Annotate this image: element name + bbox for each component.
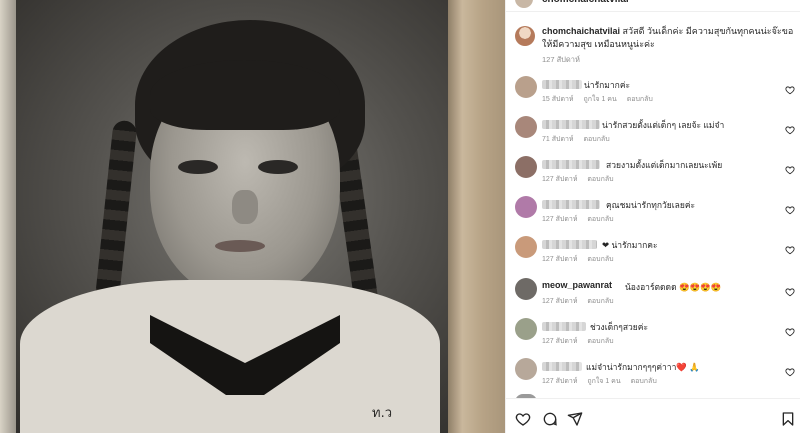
post-photo[interactable]: ท.ว (0, 0, 505, 433)
comment-time: 127 สัปดาห์ (542, 338, 578, 345)
heart-icon[interactable] (785, 324, 795, 337)
blurred-username[interactable] (542, 322, 586, 331)
caption-time: 127 สัปดาห์ (542, 55, 580, 64)
comment-likes[interactable]: ถูกใจ 1 คน (584, 96, 617, 103)
comment-avatar[interactable] (515, 156, 537, 178)
comment-item: แม่จ๋าน่ารักมากๆๆๆค่าาา❤️ 🙏 127 สัปดาห์ … (515, 358, 797, 394)
bookmark-icon[interactable] (780, 411, 796, 427)
comment-avatar[interactable] (515, 236, 537, 258)
blurred-username[interactable] (542, 120, 600, 129)
comment-item: สวยงามตั้งแต่เด็กมากเลยนะเพ้ย 127 สัปดาห… (515, 156, 797, 192)
heart-icon[interactable] (785, 284, 795, 297)
header-avatar[interactable] (515, 0, 533, 8)
wooden-board (448, 0, 505, 433)
comment-avatar[interactable] (515, 76, 537, 98)
comment-time: 15 สัปดาห์ (542, 96, 574, 103)
vintage-portrait: ท.ว (0, 0, 452, 433)
comment-item: คุณชมน่ารักทุกวัยเลยค่ะ 127 สัปดาห์ ตอบก… (515, 196, 797, 232)
comment-avatar[interactable] (515, 318, 537, 340)
header-username[interactable]: chomchaichatvilai (542, 0, 629, 5)
comment-text: น้องอาร์ตดดด 😍😍😍😍 (625, 282, 722, 292)
heart-icon[interactable] (515, 411, 531, 427)
blurred-username[interactable] (542, 362, 582, 371)
post-header: chomchaichatvilai (506, 0, 800, 12)
comment-meta: 127 สัปดาห์ ตอบกลับ (542, 174, 622, 185)
action-bar (506, 398, 800, 433)
reply-button[interactable]: ตอบกลับ (587, 338, 613, 345)
comment-text: แม่จ๋าน่ารักมากๆๆๆค่าาา❤️ 🙏 (586, 362, 700, 372)
heart-icon[interactable] (785, 364, 795, 377)
shirt-badge-text: ท.ว (372, 406, 393, 421)
comment-item: meow_pawanrat น้องอาร์ตดดด 😍😍😍😍 127 สัปด… (515, 278, 797, 314)
comment-item: ช่วงเด็กๆสวยค่ะ 127 สัปดาห์ ตอบกลับ (515, 318, 797, 354)
comment-time: 71 สัปดาห์ (542, 136, 574, 143)
blurred-username[interactable] (542, 240, 597, 249)
comments-panel: chomchaichatvilai chomchaichatvilai สวัส… (505, 0, 800, 433)
blurred-username[interactable] (542, 160, 600, 169)
nose (232, 190, 258, 224)
comment-item: ❤ น่ารักมากคะ 127 สัปดาห์ ตอบกลับ (515, 236, 797, 272)
mouth (215, 240, 265, 252)
comment-text: ❤ น่ารักมากคะ (602, 240, 658, 250)
comment-meta: 71 สัปดาห์ ตอบกลับ (542, 134, 618, 145)
reply-button[interactable]: ตอบกลับ (587, 298, 613, 305)
comment-avatar[interactable] (515, 116, 537, 138)
comment-text: คุณชมน่ารักทุกวัยเลยค่ะ (606, 200, 696, 210)
reply-button[interactable]: ตอบกลับ (587, 216, 613, 223)
share-icon[interactable] (567, 411, 583, 427)
comment-text: น่ารักสวยตั้งแต่เด็กๆ เลยจ้ะ แม่จ๋า (602, 120, 725, 130)
caption-avatar[interactable] (515, 26, 535, 46)
blurred-username[interactable] (542, 200, 600, 209)
comment-meta: 127 สัปดาห์ ตอบกลับ (542, 336, 622, 347)
comment-avatar[interactable] (515, 278, 537, 300)
left-eye (178, 160, 218, 174)
comment-avatar[interactable] (515, 358, 537, 380)
comment-meta: 127 สัปดาห์ ตอบกลับ (542, 214, 622, 225)
bangs (150, 60, 340, 130)
heart-icon[interactable] (785, 122, 795, 135)
blurred-username[interactable] (542, 80, 582, 89)
comment-time: 127 สัปดาห์ (542, 256, 578, 263)
comment-text: สวยงามตั้งแต่เด็กมากเลยนะเพ้ย (606, 160, 723, 170)
comment-likes[interactable]: ถูกใจ 1 คน (587, 378, 620, 385)
comment-time: 127 สัปดาห์ (542, 378, 578, 385)
reply-button[interactable]: ตอบกลับ (587, 256, 613, 263)
comment-meta: 15 สัปดาห์ ถูกใจ 1 คน ตอบกลับ (542, 94, 661, 105)
reply-button[interactable]: ตอบกลับ (584, 136, 610, 143)
comment-meta: 127 สัปดาห์ ถูกใจ 1 คน ตอบกลับ (542, 376, 665, 387)
reply-button[interactable]: ตอบกลับ (631, 378, 657, 385)
comment-item: น่ารักสวยตั้งแต่เด็กๆ เลยจ้ะ แม่จ๋า 71 ส… (515, 116, 797, 152)
heart-icon[interactable] (785, 82, 795, 95)
photo-paper-edge (0, 0, 16, 433)
comment-time: 127 สัปดาห์ (542, 176, 578, 183)
caption-username[interactable]: chomchaichatvilai (542, 26, 620, 36)
comment-meta: 127 สัปดาห์ ตอบกลับ (542, 254, 622, 265)
heart-icon[interactable] (785, 202, 795, 215)
comment-time: 127 สัปดาห์ (542, 298, 578, 305)
comment-item: น่ารักมากค่ะ 15 สัปดาห์ ถูกใจ 1 คน ตอบกล… (515, 76, 797, 112)
comment-username[interactable]: meow_pawanrat (542, 280, 612, 290)
reply-button[interactable]: ตอบกลับ (627, 96, 653, 103)
reply-button[interactable]: ตอบกลับ (587, 176, 613, 183)
comment-meta: 127 สัปดาห์ ตอบกลับ (542, 296, 622, 307)
comment-icon[interactable] (542, 411, 558, 427)
right-eye (258, 160, 298, 174)
caption-text-block: chomchaichatvilai สวัสดี วันเด็กค่ะ มีคว… (542, 25, 795, 51)
comment-text: น่ารักมากค่ะ (584, 80, 631, 90)
comment-avatar[interactable] (515, 196, 537, 218)
heart-icon[interactable] (785, 242, 795, 255)
comment-time: 127 สัปดาห์ (542, 216, 578, 223)
comment-text: ช่วงเด็กๆสวยค่ะ (590, 322, 649, 332)
heart-icon[interactable] (785, 162, 795, 175)
